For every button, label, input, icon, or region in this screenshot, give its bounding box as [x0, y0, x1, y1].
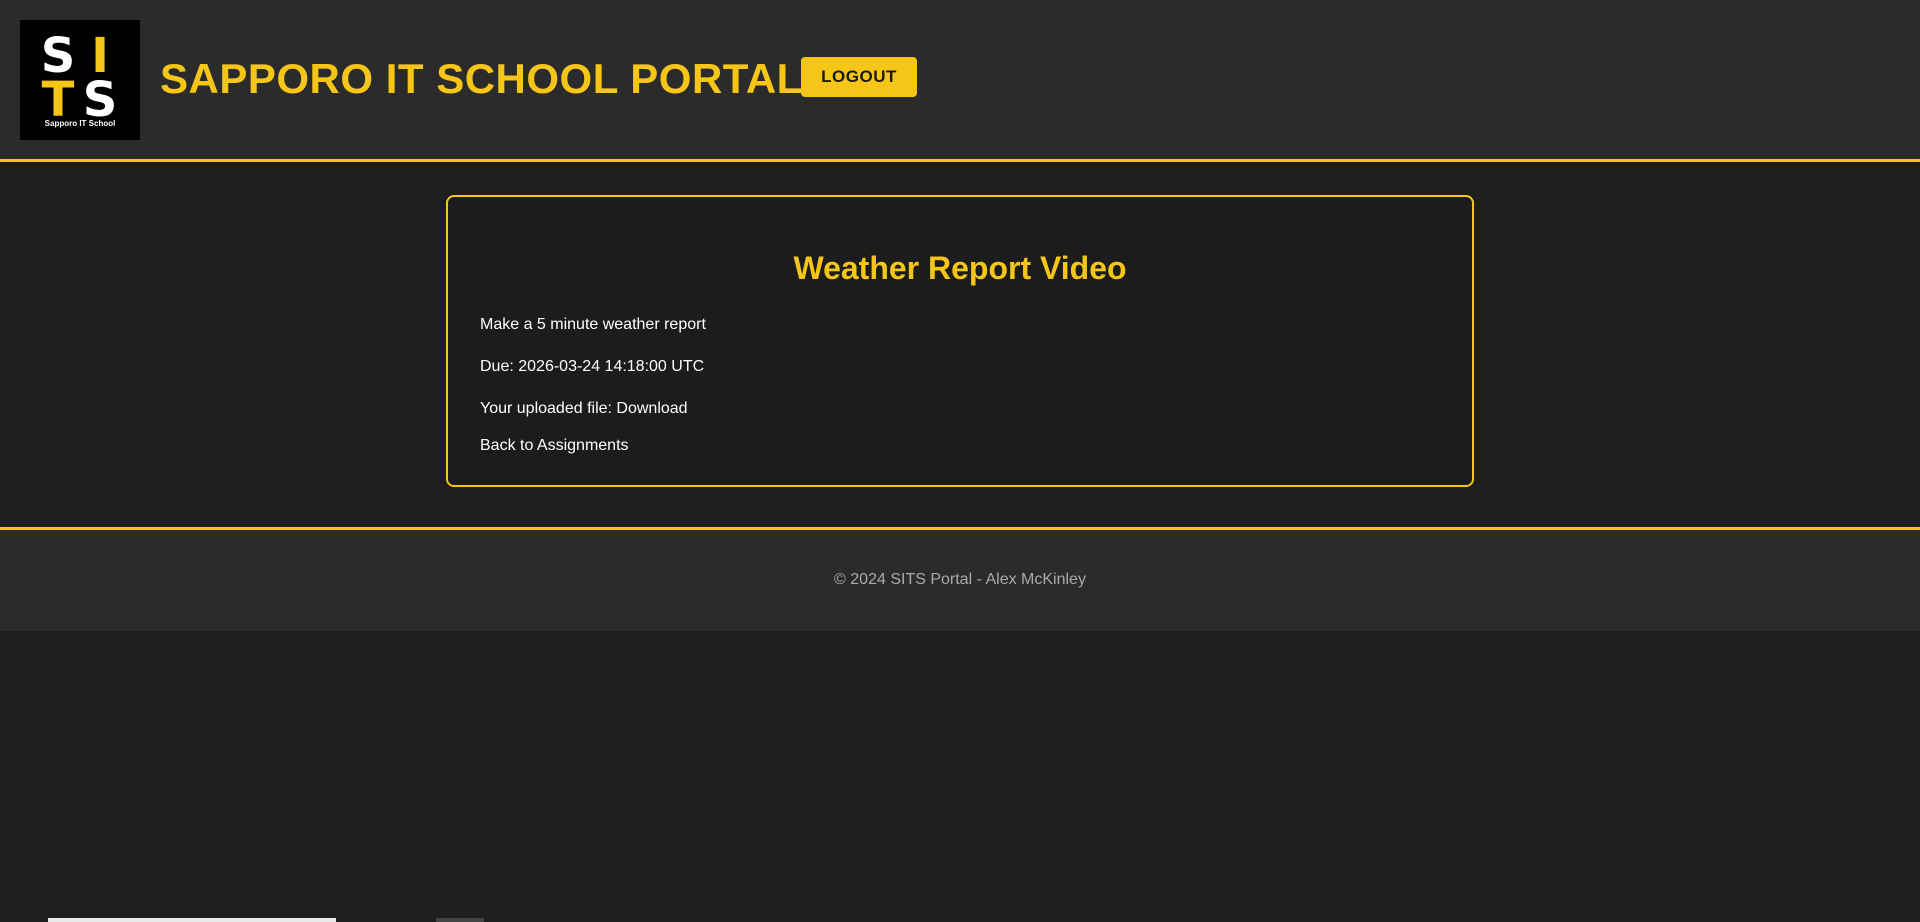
due-label: Due:	[480, 358, 514, 375]
bottom-edge-block	[436, 918, 484, 922]
footer-copyright: © 2024 SITS Portal - Alex McKinley	[834, 571, 1086, 588]
bottom-edge-bar	[48, 918, 336, 922]
site-header: S I T S Sapporo IT School SAPPORO IT SCH…	[0, 0, 1920, 162]
school-logo: S I T S Sapporo IT School	[20, 20, 140, 140]
due-value: 2026-03-24 14:18:00 UTC	[518, 358, 705, 375]
uploaded-file-row: Your uploaded file: Download	[480, 399, 688, 419]
assignment-description: Make a 5 minute weather report	[480, 316, 706, 333]
back-row: Back to Assignments	[480, 436, 629, 456]
logout-button[interactable]: LOGOUT	[801, 57, 917, 97]
logo-caption: Sapporo IT School	[45, 119, 116, 128]
sits-logo-icon: S I T S Sapporo IT School	[20, 20, 140, 140]
assignment-due: Due: 2026-03-24 14:18:00 UTC	[480, 357, 704, 377]
site-footer: © 2024 SITS Portal - Alex McKinley	[0, 527, 1920, 631]
assignment-card: Weather Report Video Make a 5 minute wea…	[446, 195, 1474, 487]
download-link[interactable]: Download	[616, 400, 687, 417]
back-to-assignments-link[interactable]: Back to Assignments	[480, 437, 629, 454]
site-title: SAPPORO IT SCHOOL PORTAL	[160, 55, 803, 102]
assignment-title: Weather Report Video	[793, 250, 1127, 286]
uploaded-file-label: Your uploaded file:	[480, 400, 612, 417]
